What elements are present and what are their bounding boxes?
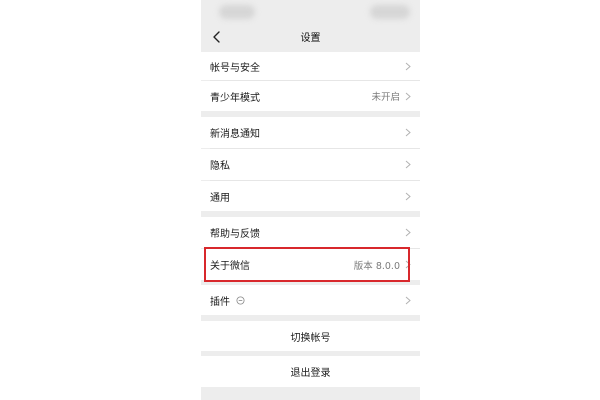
row-label: 通用	[210, 192, 230, 204]
chevron-right-icon	[405, 228, 411, 237]
chevron-right-icon	[405, 160, 411, 169]
row-label: 插件	[210, 296, 230, 308]
row-label: 帐号与安全	[210, 62, 260, 74]
settings-row-help-feedback[interactable]: 帮助与反馈	[201, 217, 420, 248]
logout-button[interactable]: 退出登录	[201, 356, 420, 387]
switch-account-button[interactable]: 切换帐号	[201, 321, 420, 351]
status-bar-left-blur	[219, 5, 255, 19]
row-label: 帮助与反馈	[210, 229, 260, 240]
settings-row-privacy[interactable]: 隐私	[201, 149, 420, 180]
row-label: 关于微信	[210, 261, 250, 272]
row-label: 青少年模式	[210, 92, 260, 104]
chevron-left-icon	[213, 31, 220, 43]
settings-row-account-security[interactable]: 帐号与安全	[201, 52, 420, 80]
version-value: 版本 8.0.0	[353, 260, 400, 272]
chevron-right-icon	[405, 92, 411, 100]
status-bar-right-blur	[370, 5, 410, 19]
row-label: 新消息通知	[210, 129, 260, 140]
chevron-right-icon	[405, 128, 411, 137]
phone-screen: 设置 帐号与安全 青少年模式 未开启 新消息通知 隐私 通用 帮助与反馈 关于微…	[201, 0, 420, 400]
settings-row-general[interactable]: 通用	[201, 181, 420, 211]
back-button[interactable]	[207, 27, 227, 47]
settings-row-plugins[interactable]: 插件	[201, 285, 420, 315]
settings-row-teen-mode[interactable]: 青少年模式 未开启	[201, 81, 420, 111]
settings-row-about-wechat[interactable]: 关于微信 版本 8.0.0	[201, 249, 420, 280]
status-bar	[201, 0, 420, 25]
chevron-right-icon	[405, 296, 411, 304]
chevron-right-icon	[405, 62, 411, 70]
nav-bar: 设置	[201, 25, 420, 49]
switch-account-label: 切换帐号	[290, 332, 331, 344]
chevron-right-icon	[405, 192, 411, 200]
settings-row-notifications[interactable]: 新消息通知	[201, 117, 420, 148]
page-title: 设置	[300, 33, 321, 44]
row-value: 未开启	[371, 92, 400, 103]
logout-label: 退出登录	[290, 368, 331, 379]
chevron-right-icon	[405, 260, 411, 269]
row-label: 隐私	[210, 161, 230, 172]
circle-minus-icon	[236, 295, 245, 305]
